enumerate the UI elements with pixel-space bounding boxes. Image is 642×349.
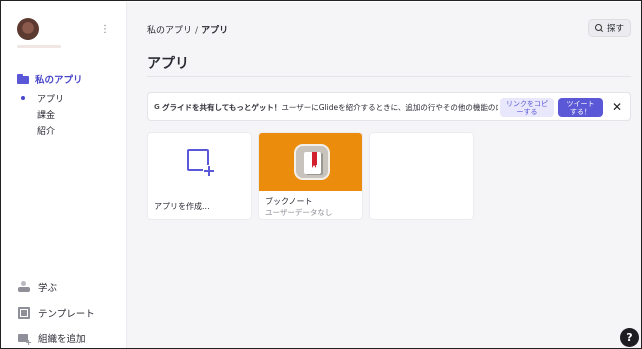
main-content: 私のアプリ / アプリ 探す アプリ G グライドを共有してもっとゲット！ユーザーに… — [127, 2, 641, 348]
sidebar-item-add-organization[interactable]: 組織を追加 — [18, 331, 86, 347]
breadcrumb-current: アプリ — [201, 26, 229, 36]
close-icon[interactable]: ✕ — [610, 99, 624, 115]
sidebar: ⋮ 私のアプリ アプリ 課金 紹介 学ぶ テンプレート + 組織を追加 — [2, 2, 127, 348]
glide-icon: G — [154, 103, 160, 111]
create-app-card[interactable]: アプリを作成... — [147, 132, 252, 220]
card-subcaption: ユーザーデータなし — [265, 208, 333, 217]
page-title: アプリ — [147, 56, 189, 72]
search-button[interactable]: 探す — [588, 19, 631, 37]
sidebar-subnav: アプリ 課金 紹介 — [21, 90, 64, 138]
button-label: する！ — [570, 107, 591, 116]
button-label: リンクをコピ — [506, 99, 548, 108]
sidebar-subitem-label: アプリ — [37, 94, 65, 105]
template-icon — [18, 307, 30, 319]
copy-link-button[interactable]: リンクをコピ ーする — [500, 98, 554, 117]
tweet-button[interactable]: ツイート する！ — [558, 98, 603, 117]
search-button-label: 探す — [606, 24, 624, 34]
button-label: ーする — [516, 107, 538, 116]
active-dot-icon — [21, 96, 25, 100]
learn-icon — [18, 281, 30, 293]
sidebar-subitem-label: 課金 — [37, 110, 56, 121]
sidebar-item-label: 私のアプリ — [35, 75, 83, 86]
button-label: ツイート — [566, 99, 595, 108]
divider — [147, 76, 631, 77]
sidebar-item-label: 学ぶ — [38, 283, 58, 294]
sidebar-item-my-apps[interactable]: 私のアプリ — [17, 72, 117, 86]
sidebar-subitem-label: 紹介 — [37, 126, 56, 137]
app-window: ⋮ 私のアプリ アプリ 課金 紹介 学ぶ テンプレート + 組織を追加 私のアプ… — [0, 0, 642, 349]
card-thumbnail — [148, 133, 251, 191]
card-caption: ブックノート — [265, 197, 313, 206]
sidebar-subitem-apps[interactable]: アプリ — [21, 90, 64, 106]
card-thumbnail — [259, 133, 362, 191]
notebook-icon — [294, 144, 330, 180]
empty-card — [369, 132, 474, 220]
share-banner: G グライドを共有してもっとゲット！ユーザーにGlideを紹介するときに、追加の… — [147, 92, 631, 121]
banner-message: グライドを共有してもっとゲット！ユーザーにGlideを紹介するときに、追加の行や… — [162, 102, 498, 113]
avatar[interactable] — [17, 18, 39, 40]
banner-bold-text: グライドを共有してもっとゲット！ — [162, 103, 282, 112]
sidebar-subitem-billing[interactable]: 課金 — [21, 106, 64, 122]
breadcrumb-separator: / — [195, 26, 199, 36]
help-icon[interactable]: ? — [620, 328, 639, 347]
app-card-booknote[interactable]: ブックノート ユーザーデータなし — [258, 132, 363, 220]
card-caption: アプリを作成... — [154, 202, 210, 211]
sidebar-item-label: 組織を追加 — [38, 334, 86, 345]
breadcrumb: 私のアプリ / アプリ — [147, 23, 228, 36]
breadcrumb-root[interactable]: 私のアプリ — [147, 26, 192, 36]
sidebar-item-templates[interactable]: テンプレート — [18, 306, 95, 320]
sidebar-item-label: テンプレート — [38, 309, 95, 320]
account-name-placeholder — [17, 45, 61, 48]
sidebar-subitem-referral[interactable]: 紹介 — [21, 122, 64, 138]
search-icon — [594, 24, 603, 32]
folder-icon — [17, 74, 29, 84]
add-organization-icon — [18, 332, 32, 347]
add-app-icon — [187, 149, 214, 176]
banner-body-text: ユーザーにGlideを紹介するときに、追加の行やその他の機能のロックを... — [281, 103, 498, 112]
sidebar-item-learn[interactable]: 学ぶ — [18, 280, 57, 294]
more-options-icon[interactable]: ⋮ — [100, 24, 110, 36]
